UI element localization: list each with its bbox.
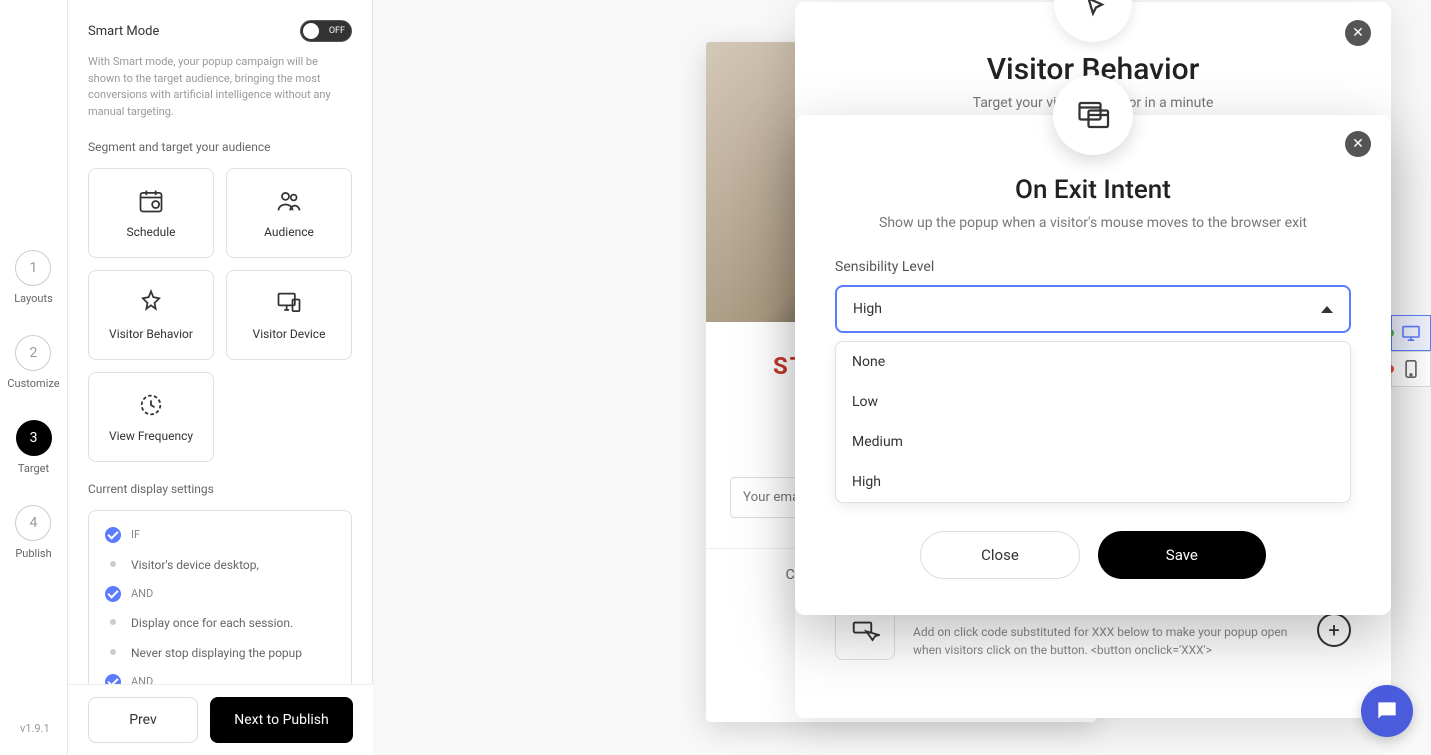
exit-intent-subtitle: Show up the popup when a visitor's mouse… <box>835 215 1351 231</box>
tile-label: Visitor Behavior <box>109 327 193 341</box>
setting-if: IF <box>105 527 335 544</box>
desktop-device-button[interactable] <box>1391 315 1431 351</box>
smart-mode-toggle[interactable]: OFF <box>300 20 352 42</box>
star-click-icon <box>137 289 165 317</box>
tile-label: Schedule <box>126 225 175 239</box>
setting-never-stop: Never stop displaying the popup <box>105 644 335 662</box>
rail-circle: 2 <box>15 335 51 371</box>
option-low[interactable]: Low <box>836 382 1350 422</box>
smart-mode-row: Smart Mode OFF <box>88 20 352 42</box>
device-toggle <box>1391 315 1431 387</box>
left-rail: 1 Layouts 2 Customize 3 Target 4 Publish <box>0 0 68 755</box>
chat-bubble[interactable] <box>1361 685 1413 737</box>
setting-device: Visitor's device desktop, <box>105 556 335 574</box>
exit-intent-modal: ✕ On Exit Intent Show up the popup when … <box>795 115 1391 615</box>
mobile-device-button[interactable] <box>1391 351 1431 387</box>
next-button[interactable]: Next to Publish <box>210 697 353 743</box>
people-icon <box>275 187 303 215</box>
rail-circle: 1 <box>15 250 51 286</box>
smart-mode-description: With Smart mode, your popup campaign wil… <box>88 54 352 120</box>
option-medium[interactable]: Medium <box>836 422 1350 462</box>
version-label: v1.9.1 <box>20 722 50 735</box>
tile-label: View Frequency <box>109 429 193 443</box>
rail-step-layouts[interactable]: 1 Layouts <box>14 250 53 305</box>
close-button[interactable]: ✕ <box>1345 131 1371 157</box>
option-high[interactable]: High <box>836 462 1350 502</box>
segment-title: Segment and target your audience <box>88 140 352 154</box>
clock-icon <box>137 391 165 419</box>
smart-mode-label: Smart Mode <box>88 24 159 39</box>
sensibility-label: Sensibility Level <box>835 259 1351 275</box>
rail-circle-active: 3 <box>16 420 52 456</box>
chat-icon <box>1374 698 1400 724</box>
tile-audience[interactable]: Audience <box>226 168 352 258</box>
footer-buttons: Prev Next to Publish <box>68 684 373 755</box>
cursor-click-icon <box>1075 0 1111 21</box>
behavior-round-icon <box>1054 0 1132 42</box>
prev-button[interactable]: Prev <box>88 697 198 743</box>
rail-label: Customize <box>7 377 59 390</box>
rail-step-customize[interactable]: 2 Customize <box>7 335 59 390</box>
sensibility-select[interactable]: High <box>835 285 1351 333</box>
tile-view-frequency[interactable]: View Frequency <box>88 372 214 462</box>
rail-label: Layouts <box>14 292 53 305</box>
modal-actions: Close Save <box>835 531 1351 579</box>
rail-circle: 4 <box>15 505 51 541</box>
close-button[interactable]: ✕ <box>1345 20 1371 46</box>
setting-display-once: Display once for each session. <box>105 614 335 632</box>
bullet-icon <box>110 561 116 567</box>
select-value: High <box>853 301 882 317</box>
bullet-icon <box>110 619 116 625</box>
window-cursor-icon <box>1075 97 1111 133</box>
rail-label: Target <box>18 462 49 475</box>
tile-visitor-behavior[interactable]: Visitor Behavior <box>88 270 214 360</box>
toggle-text: OFF <box>329 26 345 36</box>
exit-intent-title: On Exit Intent <box>835 175 1351 205</box>
button-click-icon <box>850 615 880 645</box>
check-icon <box>105 527 121 543</box>
close-button[interactable]: Close <box>920 531 1080 579</box>
chevron-up-icon <box>1321 306 1333 313</box>
mobile-icon <box>1405 360 1417 378</box>
calendar-icon <box>137 187 165 215</box>
rail-step-target[interactable]: 3 Target <box>16 420 52 475</box>
save-button[interactable]: Save <box>1098 531 1266 579</box>
sensibility-dropdown: None Low Medium High <box>835 341 1351 503</box>
devices-icon <box>275 289 303 317</box>
check-icon <box>105 586 121 602</box>
desktop-icon <box>1401 325 1421 341</box>
canvas: ✕ STAY IN THE HOUSE Sign up now to recei… <box>373 0 1431 755</box>
on-click-desc: Add on click code substituted for XXX be… <box>913 623 1317 659</box>
tile-visitor-device[interactable]: Visitor Device <box>226 270 352 360</box>
tile-grid: Schedule Audience Visitor Behavior Visit… <box>88 168 352 462</box>
sidebar: Smart Mode OFF With Smart mode, your pop… <box>68 0 373 755</box>
add-on-click-button[interactable]: + <box>1317 613 1351 647</box>
toggle-knob <box>303 23 319 39</box>
exit-intent-round-icon <box>1053 75 1133 155</box>
bullet-icon <box>110 649 116 655</box>
tile-label: Audience <box>264 225 314 239</box>
option-none[interactable]: None <box>836 342 1350 382</box>
rail-label: Publish <box>15 547 51 560</box>
tile-label: Visitor Device <box>253 327 326 341</box>
current-settings-title: Current display settings <box>88 482 352 496</box>
setting-and: AND <box>105 586 335 603</box>
rail-step-publish[interactable]: 4 Publish <box>15 505 51 560</box>
tile-schedule[interactable]: Schedule <box>88 168 214 258</box>
